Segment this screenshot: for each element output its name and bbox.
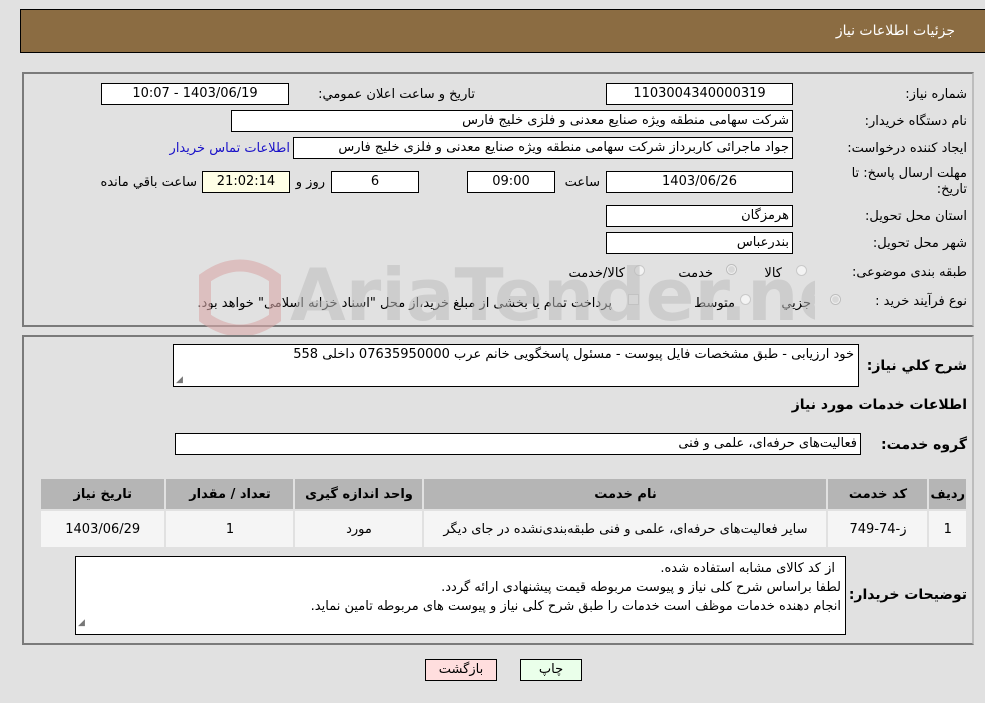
buyer-note-line: انجام دهنده خدمات موظف است خدمات را طبق …: [310, 599, 841, 614]
announce-datetime-field: 1403/06/19 - 10:07: [101, 83, 289, 105]
buyer-note-line: از کد کالای مشابه استفاده شده.: [660, 561, 835, 576]
cell-unit: مورد: [295, 511, 423, 547]
buyer-org-label: نام دستگاه خریدار:: [864, 114, 967, 129]
back-button[interactable]: بازگشت: [425, 659, 497, 681]
need-number-label: شماره نیاز:: [905, 87, 967, 102]
col-row-number: ردیف: [929, 479, 966, 509]
announce-label: تاریخ و ساعت اعلان عمومي:: [318, 87, 475, 102]
cell-need-date: 1403/06/29: [41, 511, 165, 547]
buyer-contact-link[interactable]: اطلاعات تماس خریدار: [170, 141, 290, 156]
deadline-date-field: 1403/06/26: [606, 171, 793, 193]
city-field: بندرعباس: [606, 232, 793, 254]
col-quantity: تعداد / مقدار: [166, 479, 294, 509]
page-header: جزئیات اطلاعات نیاز: [20, 9, 985, 53]
province-label: استان محل تحویل:: [865, 209, 967, 224]
process-option-medium: متوسط: [694, 296, 735, 311]
category-option-goods-service: کالا/خدمت: [568, 266, 625, 281]
col-unit: واحد اندازه گیری: [295, 479, 423, 509]
resize-grip-icon[interactable]: ◢: [176, 375, 183, 385]
col-service-name: نام خدمت: [424, 479, 827, 509]
category-label: طبقه بندی موضوعی:: [851, 265, 967, 280]
need-number-field: 1103004340000319: [606, 83, 793, 105]
deadline-label: مهلت ارسال پاسخ: تا: [851, 166, 967, 181]
creator-label: ایجاد کننده درخواست:: [847, 141, 967, 156]
creator-field: جواد ماجرائی کاربرداز شرکت سهامی منطقه و…: [293, 137, 793, 159]
cell-service-name: سایر فعالیت‌های حرفه‌ای، علمی و فنی طبقه…: [424, 511, 827, 547]
treasury-checkbox[interactable]: [628, 294, 639, 305]
buyer-notes-label: توضیحات خریدار:: [848, 587, 967, 603]
province-field: هرمزگان: [606, 205, 793, 227]
col-need-date: تاریخ نیاز: [41, 479, 165, 509]
process-radio-minor[interactable]: [830, 294, 841, 305]
description-textarea[interactable]: خود ارزیابی - طبق مشخصات فایل پیوست - مس…: [173, 344, 859, 387]
process-label: نوع فرآیند خرید :: [875, 294, 967, 309]
description-text: خود ارزیابی - طبق مشخصات فایل پیوست - مس…: [293, 347, 854, 362]
buyer-notes-textarea[interactable]: از کد کالای مشابه استفاده شده. لطفا براس…: [75, 556, 846, 635]
table-row: 1 ز-74-749 سایر فعالیت‌های حرفه‌ای، علمی…: [41, 511, 966, 547]
category-option-goods: کالا: [764, 266, 782, 281]
print-button[interactable]: چاپ: [520, 659, 582, 681]
services-table: ردیف کد خدمت نام خدمت واحد اندازه گیری ت…: [39, 477, 968, 549]
buyer-org-field: شرکت سهامی منطقه ویژه صنایع معدنی و فلزی…: [231, 110, 793, 132]
services-section-title: اطلاعات خدمات مورد نیاز: [791, 397, 967, 413]
category-radio-service[interactable]: [726, 264, 737, 275]
cell-service-code: ز-74-749: [828, 511, 928, 547]
remaining-time-label: ساعت باقي مانده: [100, 175, 197, 190]
category-option-service: خدمت: [678, 266, 713, 281]
table-header-row: ردیف کد خدمت نام خدمت واحد اندازه گیری ت…: [41, 479, 966, 509]
col-service-code: کد خدمت: [828, 479, 928, 509]
remaining-days-field: 6: [331, 171, 419, 193]
deadline-label-2: تاریخ:: [936, 182, 967, 197]
buyer-note-line: لطفا براساس شرح کلی نیاز و پیوست مربوطه …: [441, 580, 841, 595]
city-label: شهر محل تحویل:: [872, 236, 967, 251]
category-radio-goods-service[interactable]: [634, 265, 645, 276]
process-option-minor: جزيي: [781, 296, 811, 311]
page-title: جزئیات اطلاعات نیاز: [835, 23, 955, 39]
deadline-time-field: 09:00: [467, 171, 555, 193]
cell-quantity: 1: [166, 511, 294, 547]
cell-row-number: 1: [929, 511, 966, 547]
treasury-note: پرداخت تمام یا بخشی از مبلغ خرید،از محل …: [197, 296, 612, 311]
service-group-field: فعالیت‌های حرفه‌ای، علمی و فنی: [175, 433, 861, 455]
resize-grip-icon[interactable]: ◢: [78, 614, 85, 633]
service-group-label: گروه خدمت:: [881, 437, 967, 453]
category-radio-goods[interactable]: [796, 265, 807, 276]
process-radio-medium[interactable]: [740, 294, 751, 305]
days-label: روز و: [295, 175, 325, 190]
deadline-time-label: ساعت: [564, 175, 600, 190]
remaining-time-field: 21:02:14: [202, 171, 290, 193]
description-label: شرح کلي نياز:: [866, 358, 967, 374]
